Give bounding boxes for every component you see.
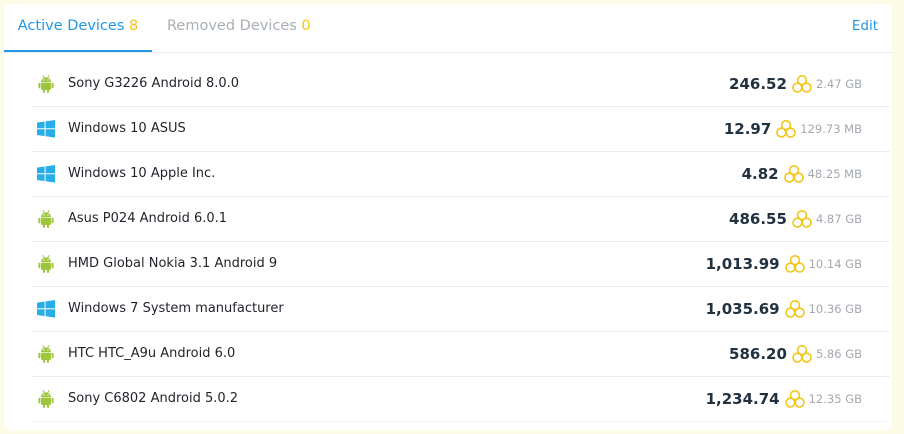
edit-link[interactable]: Edit bbox=[852, 4, 878, 50]
android-icon bbox=[36, 389, 56, 409]
coin-stack-icon bbox=[783, 164, 805, 184]
device-stats: 486.55 4.87 GB bbox=[729, 197, 862, 241]
coin-stack-icon bbox=[784, 254, 806, 274]
device-amount: 486.55 bbox=[729, 210, 787, 228]
device-stats: 1,013.99 10.14 GB bbox=[706, 242, 862, 286]
device-row[interactable]: HTC HTC_A9u Android 6.0 586.20 5.86 GB bbox=[32, 332, 890, 377]
device-stats: 246.52 2.47 GB bbox=[729, 62, 862, 106]
device-amount: 586.20 bbox=[729, 345, 787, 363]
device-data-size: 10.36 GB bbox=[808, 302, 862, 316]
device-amount: 4.82 bbox=[741, 165, 779, 183]
device-row[interactable]: Windows 10 Apple Inc. 4.82 48.25 MB bbox=[32, 152, 890, 197]
device-data-size: 5.86 GB bbox=[815, 347, 862, 361]
windows-icon bbox=[36, 164, 56, 184]
coin-stack-icon bbox=[784, 299, 806, 319]
android-icon bbox=[36, 254, 56, 274]
coin-stack-icon bbox=[784, 389, 806, 409]
device-data-size: 10.14 GB bbox=[808, 257, 862, 271]
tab-removed-count: 0 bbox=[301, 18, 311, 34]
device-row[interactable]: Sony C6802 Android 5.0.2 1,234.74 12.35 … bbox=[32, 377, 890, 422]
device-data-size: 4.87 GB bbox=[815, 212, 862, 226]
device-row[interactable]: Windows 7 System manufacturer 1,035.69 1… bbox=[32, 287, 890, 332]
device-name: Sony G3226 Android 8.0.0 bbox=[68, 76, 240, 91]
device-row[interactable]: Sony G3226 Android 8.0.0 246.52 2.47 GB bbox=[32, 62, 890, 107]
device-row[interactable]: Asus P024 Android 6.0.1 486.55 4.87 GB bbox=[32, 197, 890, 242]
tab-active-devices[interactable]: Active Devices 8 bbox=[4, 4, 152, 52]
coin-stack-icon bbox=[791, 344, 813, 364]
device-stats: 4.82 48.25 MB bbox=[742, 152, 862, 196]
device-name: Windows 7 System manufacturer bbox=[68, 301, 284, 316]
android-icon bbox=[36, 209, 56, 229]
device-row[interactable]: HMD Global Nokia 3.1 Android 9 1,013.99 … bbox=[32, 242, 890, 287]
device-name: Asus P024 Android 6.0.1 bbox=[68, 211, 228, 226]
device-amount: 246.52 bbox=[729, 75, 787, 93]
device-data-size: 48.25 MB bbox=[807, 167, 862, 181]
device-list: Sony G3226 Android 8.0.0 246.52 2.47 GB … bbox=[32, 62, 890, 422]
device-name: Windows 10 Apple Inc. bbox=[68, 166, 216, 181]
tab-active-label: Active Devices bbox=[17, 18, 125, 34]
device-amount: 12.97 bbox=[723, 120, 772, 138]
device-amount: 1,035.69 bbox=[705, 300, 780, 318]
device-amount: 1,234.74 bbox=[705, 390, 780, 408]
coin-stack-icon bbox=[775, 119, 797, 139]
device-stats: 12.97 129.73 MB bbox=[724, 107, 862, 151]
device-name: Windows 10 ASUS bbox=[68, 121, 186, 136]
device-data-size: 2.47 GB bbox=[815, 77, 862, 91]
device-row[interactable]: Windows 10 ASUS 12.97 129.73 MB bbox=[32, 107, 890, 152]
windows-icon bbox=[36, 299, 56, 319]
device-name: HTC HTC_A9u Android 6.0 bbox=[68, 346, 236, 361]
android-icon bbox=[36, 344, 56, 364]
device-name: HMD Global Nokia 3.1 Android 9 bbox=[68, 256, 278, 271]
windows-icon bbox=[36, 119, 56, 139]
devices-card: Active Devices 8 Removed Devices 0 Edit … bbox=[4, 4, 892, 430]
device-data-size: 12.35 GB bbox=[808, 392, 862, 406]
device-data-size: 129.73 MB bbox=[800, 122, 862, 136]
coin-stack-icon bbox=[791, 74, 813, 94]
device-name: Sony C6802 Android 5.0.2 bbox=[68, 391, 239, 406]
coin-stack-icon bbox=[791, 209, 813, 229]
tab-removed-label: Removed Devices bbox=[167, 18, 297, 34]
device-amount: 1,013.99 bbox=[705, 255, 780, 273]
tab-active-count: 8 bbox=[128, 18, 139, 34]
device-stats: 586.20 5.86 GB bbox=[729, 332, 862, 376]
android-icon bbox=[36, 74, 56, 94]
device-stats: 1,234.74 12.35 GB bbox=[706, 377, 862, 421]
tab-removed-devices[interactable]: Removed Devices 0 bbox=[167, 4, 311, 50]
device-tabs: Active Devices 8 Removed Devices 0 Edit bbox=[4, 4, 892, 53]
device-stats: 1,035.69 10.36 GB bbox=[706, 287, 862, 331]
